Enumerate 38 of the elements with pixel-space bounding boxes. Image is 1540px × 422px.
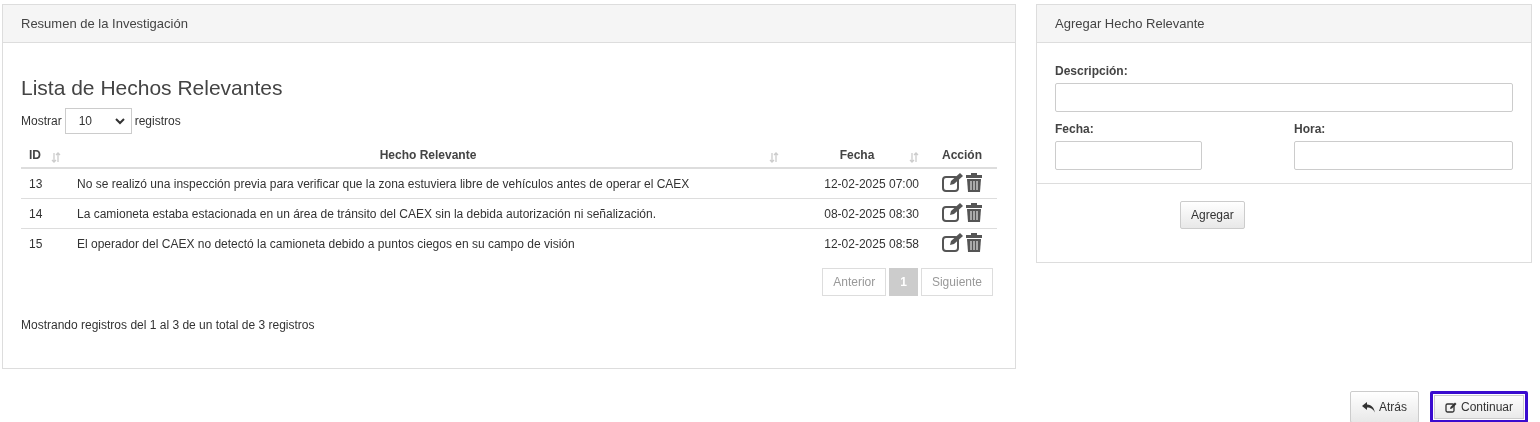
edit-icon[interactable] [942, 203, 964, 222]
field-label: Fecha: [1055, 122, 1095, 136]
input-field[interactable] [1055, 83, 1513, 112]
table-cell: 14 [29, 207, 43, 221]
length-label: registros [134, 114, 181, 128]
edit-icon[interactable] [942, 233, 964, 252]
edit-icon[interactable] [942, 173, 964, 192]
input-field[interactable] [1294, 141, 1513, 170]
trash-icon[interactable] [966, 173, 982, 192]
field-label: Descripción: [1055, 64, 1129, 78]
column-header[interactable]: Acción [942, 148, 982, 162]
table-cell: 13 [29, 177, 43, 191]
trash-icon[interactable] [966, 233, 982, 252]
length-label: Mostrar [21, 114, 62, 128]
page-size-select[interactable]: 10 [64, 108, 132, 134]
table-cell: El operador del CAEX no detectó la camioneta debido a puntos ciegos en su campo de visión [77, 237, 575, 251]
table-cell: 12-02-2025 08:58 [824, 237, 919, 251]
table-info: Mostrando registros del 1 al 3 de un total de 3 registros [21, 318, 316, 332]
table-cell: 08-02-2025 08:30 [824, 207, 919, 221]
table-cell: 15 [29, 237, 43, 251]
back-button[interactable]: Atrás [1349, 391, 1419, 422]
field-label: Hora: [1294, 122, 1327, 136]
add-button[interactable]: Agregar [1180, 201, 1245, 229]
edit-icon [1444, 401, 1457, 413]
continue-button[interactable]: Continuar [1429, 391, 1528, 422]
table-cell: La camioneta estaba estacionada en un área de tránsito del CAEX sin la debida autorización ni señalización. [77, 207, 657, 221]
input-field[interactable] [1055, 141, 1202, 170]
column-header[interactable]: Hecho Relevante [379, 148, 477, 162]
list-title: Lista de Hechos Relevantes [21, 76, 284, 100]
table-cell: No se realizó una inspección previa para verificar que la zona estuviera libre de vehículos antes de operar el CAEX [77, 177, 690, 191]
panel-title: Agregar Hecho Relevante [1037, 5, 1531, 43]
trash-icon[interactable] [966, 203, 982, 222]
caret-icon [114, 117, 125, 125]
table-cell: 12-02-2025 07:00 [824, 177, 919, 191]
column-header[interactable]: Fecha [839, 148, 875, 162]
panel-title: Resumen de la Investigación [3, 5, 1015, 43]
reply-icon [1361, 401, 1375, 413]
column-header[interactable]: ID [29, 148, 41, 162]
